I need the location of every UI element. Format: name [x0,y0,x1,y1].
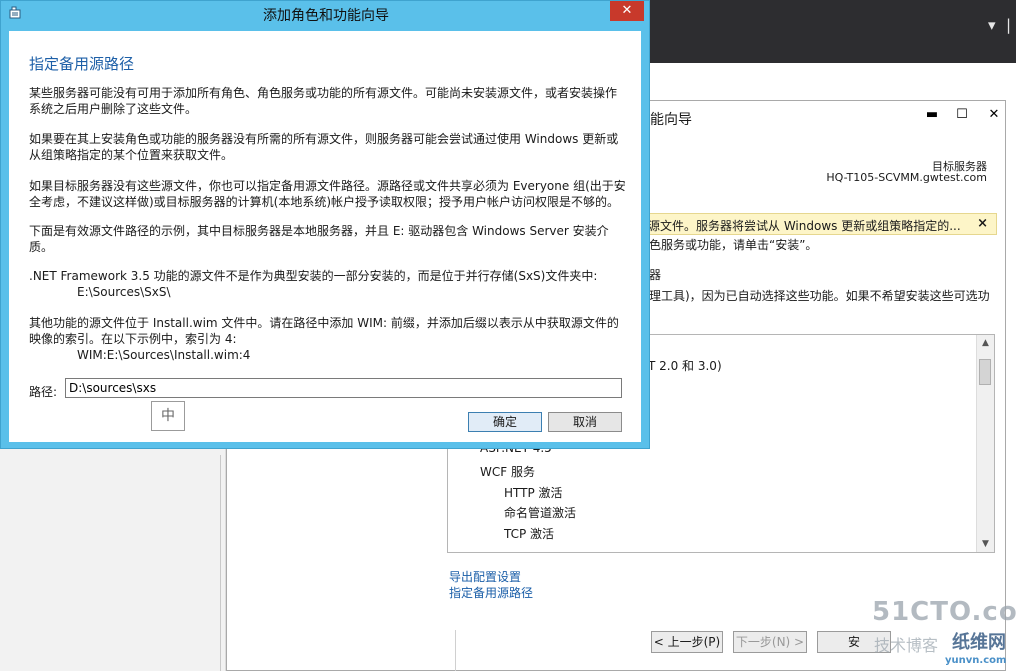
text-line: 全考虑，不建议这样做)或目标服务器的计算机(本地系统)帐户授予读取权限；授予用户… [29,195,620,209]
dialog-title: 添加角色和功能向导 [263,8,389,24]
destination-server-name: HQ-T105-SCVMM.gwtest.com [826,171,987,184]
paragraph-netfx: .NET Framework 3.5 功能的源文件不是作为典型安装的一部分安装的… [29,268,624,300]
example-path: E:\Sources\SxS\ [77,285,171,299]
text-line: 映像的索引。在以下示例中，索引为 4: [29,332,237,346]
text-line: 如果要在其上安装角色或功能的服务器没有所需的所有源文件，则服务器可能会尝试通过使… [29,132,619,146]
list-item: WCF 服务 [480,465,535,479]
scroll-up-icon[interactable]: ▲ [977,335,994,351]
text-line: 其他功能的源文件位于 Install.wim 文件中。请在路径中添加 WIM: … [29,316,619,330]
text-line: 如果目标服务器没有这些源文件，你也可以指定备用源文件路径。源路径或文件共享必须为… [29,179,626,193]
close-button[interactable]: ✕ [610,1,644,21]
scroll-thumb[interactable] [979,359,991,385]
list-item: HTTP 激活 [504,486,563,500]
text-line: 下面是有效源文件路径的示例，其中目标服务器是本地服务器，并且 E: 驱动器包含 … [29,224,609,238]
warning-close-icon[interactable]: × [977,216,988,231]
alt-source-dialog: 添加角色和功能向导 ✕ 指定备用源路径 某些服务器可能没有可用于添加所有角色、角… [0,0,650,449]
list-item: TCP 激活 [504,527,555,541]
previous-button[interactable]: < 上一步(P) [651,631,723,653]
next-button[interactable]: 下一步(N) > [733,631,807,653]
maximize-button[interactable]: ☐ [947,105,977,127]
paragraph-windows-update: 如果要在其上安装角色或功能的服务器没有所需的所有源文件，则服务器可能会尝试通过使… [29,131,624,163]
text-line: .NET Framework 3.5 功能的源文件不是作为典型安装的一部分安装的… [29,269,598,283]
install-hint: 色服务或功能，请单击“安装”。 [649,238,818,252]
background-wizard-title: 能向导 [650,112,692,128]
list-item: T 2.0 和 3.0) [648,359,722,373]
watermark: 纸维网 [952,632,1006,653]
text-line: 某些服务器可能没有可用于添加所有角色、角色服务或功能的所有源文件。可能尚未安装源… [29,86,618,100]
paragraph-intro: 某些服务器可能没有可用于添加所有角色、角色服务或功能的所有源文件。可能尚未安装源… [29,85,624,117]
path-label: 路径: [29,385,58,399]
cancel-button[interactable]: 取消 [548,412,622,432]
path-input[interactable] [65,378,622,398]
alt-source-link[interactable]: 指定备用源路径 [449,584,533,601]
example-path: WIM:E:\Sources\Install.wim:4 [77,348,251,362]
tools-line: 理工具)，因为已自动选择这些功能。如果不希望安装这些可选功 [649,289,990,303]
dropdown-icon[interactable]: ▾ [988,16,996,34]
close-button[interactable]: ✕ [979,105,1009,127]
watermark: yunvn.com [945,655,1007,666]
server-line: 器 [649,268,662,282]
warning-bar: 源文件。服务器将尝试从 Windows 更新或组策略指定的... × [647,213,997,235]
export-config-link[interactable]: 导出配置设置 [449,568,521,585]
list-item: 命名管道激活 [504,506,577,520]
vertical-scrollbar[interactable]: ▲ ▼ [976,335,994,552]
ok-button[interactable]: 确定 [468,412,542,432]
paragraph-permissions: 如果目标服务器没有这些源文件，你也可以指定备用源文件路径。源路径或文件共享必须为… [29,178,626,210]
tab-separator: | [1006,16,1012,34]
text-line: 质。 [29,240,54,254]
divider [455,630,456,671]
watermark: 技术博客 [874,636,939,655]
watermark: 51CTO.com [872,597,1016,627]
paragraph-wim: 其他功能的源文件位于 Install.wim 文件中。请在路径中添加 WIM: … [29,315,624,363]
dialog-body: 指定备用源路径 某些服务器可能没有可用于添加所有角色、角色服务或功能的所有源文件… [9,31,641,442]
minimize-button[interactable]: ▬ [917,105,947,127]
scroll-down-icon[interactable]: ▼ [977,536,994,552]
ime-indicator[interactable]: 中 [151,401,185,431]
paragraph-example: 下面是有效源文件路径的示例，其中目标服务器是本地服务器，并且 E: 驱动器包含 … [29,223,624,255]
text-line: 从组策略指定的某个位置来获取文件。 [29,148,234,162]
divider [220,455,221,671]
text-line: 系统之后用户删除了这些文件。 [29,102,198,116]
warning-text: 源文件。服务器将尝试从 Windows 更新或组策略指定的... [648,219,961,233]
page-title: 指定备用源路径 [29,55,135,73]
